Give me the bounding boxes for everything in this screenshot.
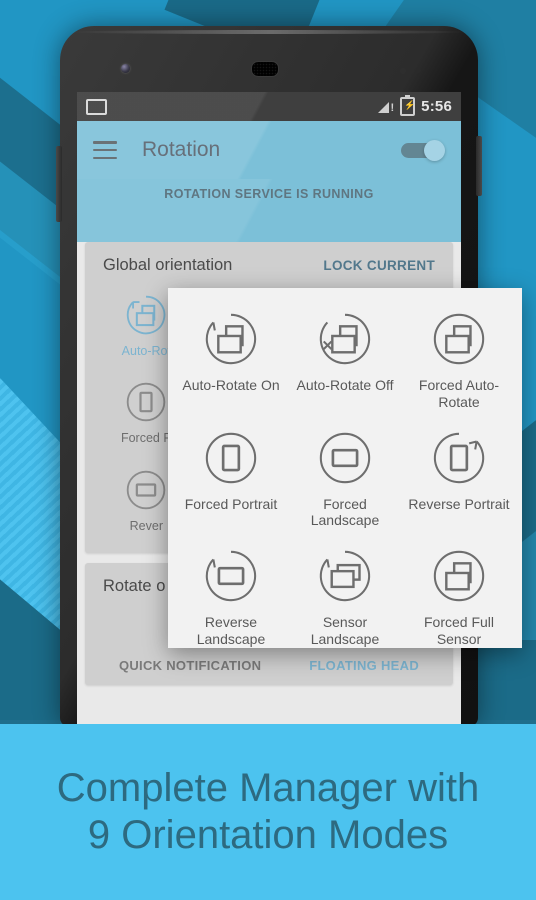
dialog-mode-sensor-landscape[interactable]: Sensor Landscape: [288, 539, 402, 658]
volume-button-left[interactable]: [56, 146, 62, 222]
dialog-mode-label: Forced Landscape: [310, 495, 380, 529]
reverse-portrait-icon: [433, 432, 485, 483]
auto-rotate-off-icon: [319, 313, 371, 365]
dialog-mode-label: Forced Auto-Rotate: [418, 377, 500, 410]
auto-rotate-on-icon: [205, 313, 257, 365]
battery-charging-icon: ⚡: [400, 95, 416, 116]
dialog-mode-label: Auto-Rotate On: [182, 377, 280, 393]
toggle-knob: [424, 140, 445, 161]
forced-auto-rotate-icon: [433, 313, 485, 365]
bezel-highlight: [70, 30, 468, 34]
dialog-mode-label: Reverse Portrait: [408, 495, 510, 512]
dialog-mode-forced-auto-rotate[interactable]: Forced Auto-Rotate: [402, 302, 516, 421]
card-header: Global orientation LOCK CURRENT: [85, 256, 453, 283]
mode-label: Auto-Rot: [121, 344, 171, 358]
signal-triangle: [378, 102, 390, 113]
forced-portrait-icon: [205, 432, 257, 483]
dialog-mode-label: Reverse Landscape: [196, 614, 266, 647]
app-bar: Rotation: [77, 121, 461, 179]
dialog-mode-label: Forced Full Sensor: [423, 614, 495, 647]
mode-label: Rever: [129, 518, 163, 533]
dialog-mode-forced-portrait[interactable]: Forced Portrait: [174, 421, 288, 540]
page-title: Rotation: [142, 138, 221, 161]
promo-line-1: Complete Manager with: [56, 765, 480, 810]
reverse-landscape-icon: [127, 470, 166, 509]
card-title: Rotate o: [103, 577, 166, 596]
promo-line-2: 9 Orientation Modes: [87, 813, 449, 857]
earpiece-speaker-icon: [251, 61, 279, 77]
reverse-landscape-icon: [205, 550, 257, 602]
charging-bolt-glyph: ⚡: [404, 100, 416, 110]
dialog-mode-reverse-portrait[interactable]: Reverse Portrait: [402, 421, 516, 540]
dialog-mode-auto-rotate-on[interactable]: Auto-Rotate On: [174, 302, 288, 421]
hamburger-menu-icon[interactable]: [93, 141, 117, 159]
forced-full-sensor-icon: [433, 550, 485, 602]
dialog-mode-label: Forced Portrait: [184, 495, 278, 512]
dialog-mode-forced-full-sensor[interactable]: Forced Full Sensor: [402, 539, 516, 658]
signal-bars-alert-icon: !: [378, 100, 395, 114]
power-button-right[interactable]: [476, 136, 482, 196]
orientation-mode-grid: Auto-Rotate On Auto-Rotate Off Forced Au…: [168, 288, 522, 672]
forced-portrait-icon: [127, 383, 166, 422]
light-sensor-icon: [416, 68, 421, 73]
signal-alert-glyph: !: [390, 102, 395, 114]
dialog-mode-label: Auto-Rotate Off: [296, 377, 394, 393]
auto-rotate-on-icon: [127, 295, 166, 335]
mode-label: Forced P: [120, 431, 172, 446]
status-bar: ! ⚡ 5:56: [77, 92, 461, 121]
card-title: Global orientation: [103, 256, 233, 274]
lock-current-button[interactable]: LOCK CURRENT: [323, 258, 435, 273]
dialog-mode-forced-landscape[interactable]: Forced Landscape: [288, 421, 402, 540]
dialog-mode-reverse-landscape[interactable]: Reverse Landscape: [174, 539, 288, 658]
service-status-text: ROTATION SERVICE IS RUNNING: [164, 187, 374, 201]
dialog-mode-label: Sensor Landscape: [310, 614, 380, 647]
proximity-sensor-icon: [400, 68, 406, 74]
promo-banner: Complete Manager with 9 Orientation Mode…: [0, 724, 536, 900]
forced-landscape-icon: [319, 432, 371, 483]
status-bar-right-group: ! ⚡ 5:56: [378, 95, 452, 116]
status-bar-clock: 5:56: [421, 98, 452, 115]
front-camera-icon: [121, 64, 130, 73]
rotation-service-toggle[interactable]: [401, 140, 445, 161]
service-status-banner: ROTATION SERVICE IS RUNNING: [77, 179, 461, 242]
sensor-landscape-icon: [319, 550, 371, 602]
orientation-mode-dialog: Auto-Rotate On Auto-Rotate Off Forced Au…: [168, 288, 522, 648]
dialog-mode-auto-rotate-off[interactable]: Auto-Rotate Off: [288, 302, 402, 421]
